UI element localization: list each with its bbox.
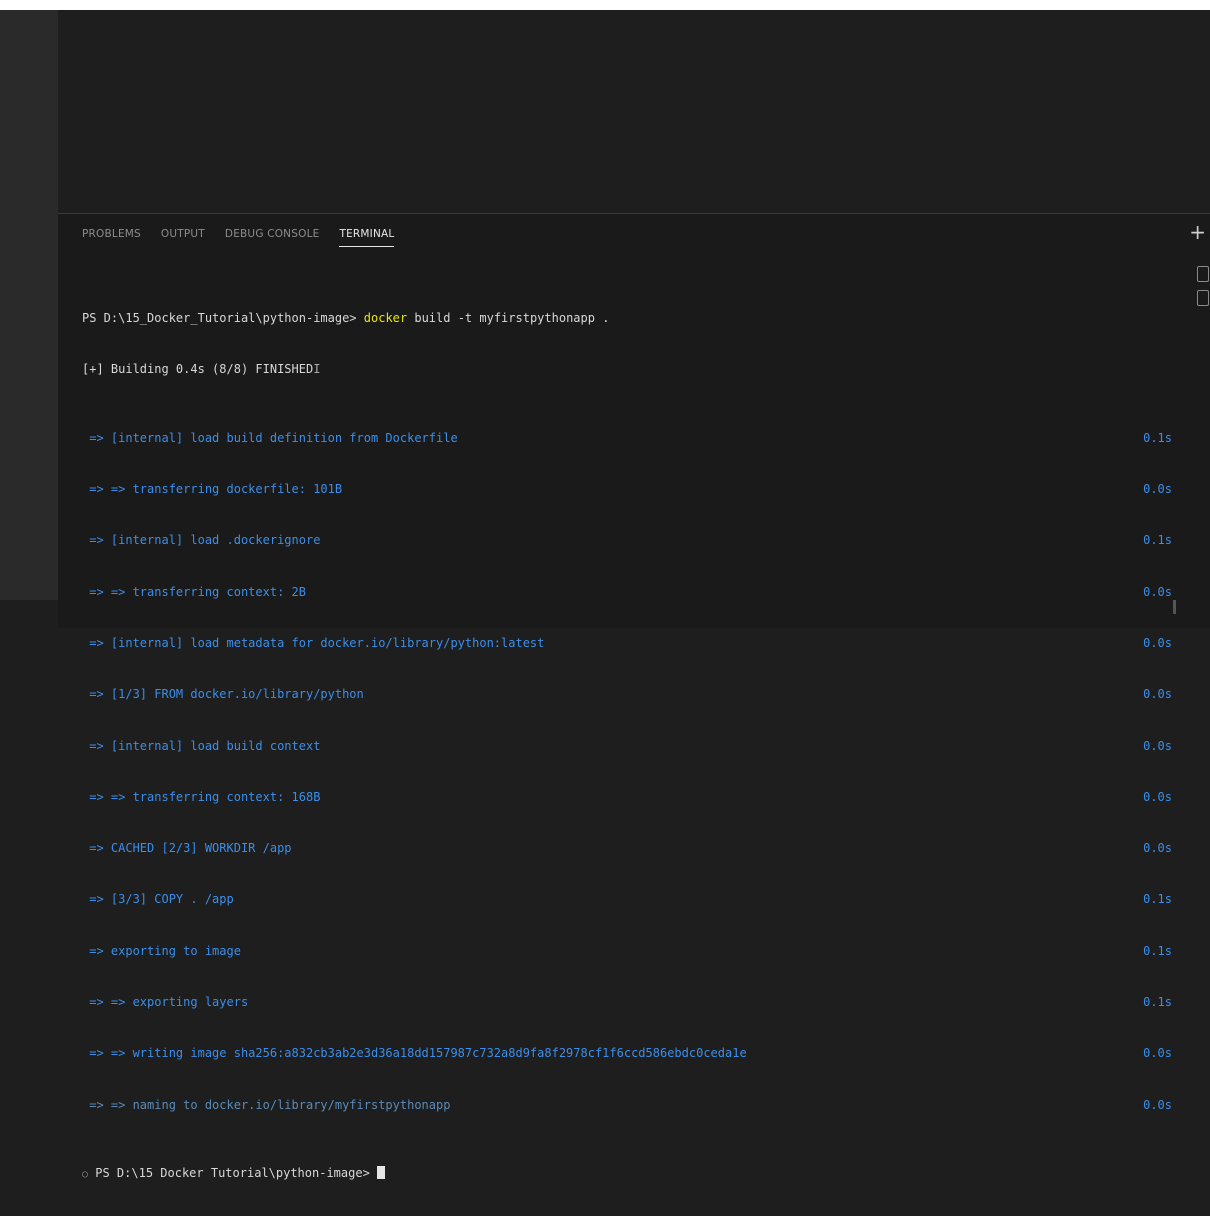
build-status: [+] Building 0.4s (8/8) FINISHED [82,362,314,377]
activity-bar [0,10,58,600]
new-terminal-plus-icon[interactable]: + [1189,222,1206,242]
terminal-scrollbar[interactable] [1173,600,1176,614]
build-step: => => transferring context: 168B 0.0s [82,789,1172,806]
command-name: docker [363,311,408,326]
prompt: PS D:\15 Docker Tutorial\python-image> [88,1165,378,1180]
text-cursor-icon: I [313,362,321,377]
tab-debug-console[interactable]: DEBUG CONSOLE [225,228,320,247]
build-step: => [1/3] FROM docker.io/library/python 0.… [82,686,1172,703]
build-step: => => naming to docker.io/library/myfirs… [82,1097,1172,1114]
build-step-text: => [3/3] COPY . /app [82,892,234,907]
tab-terminal[interactable]: TERMINAL [339,228,395,247]
command-args: build -t myfirstpythonapp . [407,311,610,326]
build-step-text: => [internal] load .dockerignore [82,533,321,548]
build-step: => => exporting layers 0.1s [82,994,1172,1011]
build-step-text: => => naming to docker.io/library/myfirs… [82,1097,451,1112]
build-step-time: 0.0s [1143,584,1172,599]
prompt: PS D:\15_Docker_Tutorial\python-image> [82,311,364,326]
panel-tabs: PROBLEMS OUTPUT DEBUG CONSOLE TERMINAL [82,228,414,247]
build-step-time: 0.0s [1143,635,1172,650]
build-step: => [internal] load build definition from… [82,430,1172,447]
build-step-text: => => transferring context: 2B [82,584,306,599]
build-step-text: => => transferring dockerfile: 101B [82,482,343,497]
build-step: => CACHED [2/3] WORKDIR /app 0.0s [82,840,1172,857]
build-step-time: 0.0s [1143,1046,1172,1061]
build-step: => exporting to image 0.1s [82,943,1172,960]
terminal-output[interactable]: PS D:\15_Docker_Tutorial\python-image> d… [82,276,1172,1216]
tab-output[interactable]: OUTPUT [161,228,205,247]
build-step-time: 0.1s [1143,430,1172,445]
editor-area [58,10,1210,213]
build-step-time: 0.0s [1143,789,1172,804]
build-step: => [internal] load build context 0.0s [82,738,1172,755]
build-step-text: => CACHED [2/3] WORKDIR /app [82,841,292,856]
build-step-time: 0.0s [1143,841,1172,856]
build-step-time: 0.0s [1143,1097,1172,1112]
build-step-time: 0.0s [1143,482,1172,497]
terminal-line: ○ PS D:\15 Docker Tutorial\python-image> [82,1165,1172,1182]
build-step-text: => => writing image sha256:a832cb3ab2e3d… [82,1046,747,1061]
bottom-panel: PROBLEMS OUTPUT DEBUG CONSOLE TERMINAL +… [58,214,1210,1180]
build-step-text: => [1/3] FROM docker.io/library/python [82,687,364,702]
tab-problems[interactable]: PROBLEMS [82,228,141,247]
build-step-time: 0.1s [1143,533,1172,548]
bottom-gutter [0,600,58,628]
terminal-line: PS D:\15_Docker_Tutorial\python-image> d… [82,310,1172,327]
build-step: => [internal] load metadata for docker.i… [82,635,1172,652]
terminal-cursor [377,1165,386,1179]
top-strip [0,0,1210,10]
build-step-time: 0.0s [1143,738,1172,753]
terminal-instance-icon[interactable] [1197,266,1209,282]
build-step-text: => exporting to image [82,943,241,958]
build-step: => [internal] load .dockerignore 0.1s [82,532,1172,549]
build-step-time: 0.1s [1143,994,1172,1009]
build-step: => => transferring dockerfile: 101B 0.0s [82,481,1172,498]
build-step: => => writing image sha256:a832cb3ab2e3d… [82,1045,1172,1062]
build-step-time: 0.0s [1143,687,1172,702]
build-step-text: => [internal] load metadata for docker.i… [82,635,545,650]
build-step-time: 0.1s [1143,892,1172,907]
build-step-text: => => exporting layers [82,994,249,1009]
build-step-text: => [internal] load build context [82,738,321,753]
build-step-time: 0.1s [1143,943,1172,958]
build-step-text: => => transferring context: 168B [82,789,321,804]
terminal-list [1194,264,1210,314]
build-step-text: => [internal] load build definition from… [82,430,458,445]
terminal-line: [+] Building 0.4s (8/8) FINISHEDI [82,361,1172,378]
terminal-instance-icon[interactable] [1197,290,1209,306]
build-step: => => transferring context: 2B 0.0s [82,584,1172,601]
build-step: => [3/3] COPY . /app 0.1s [82,891,1172,908]
